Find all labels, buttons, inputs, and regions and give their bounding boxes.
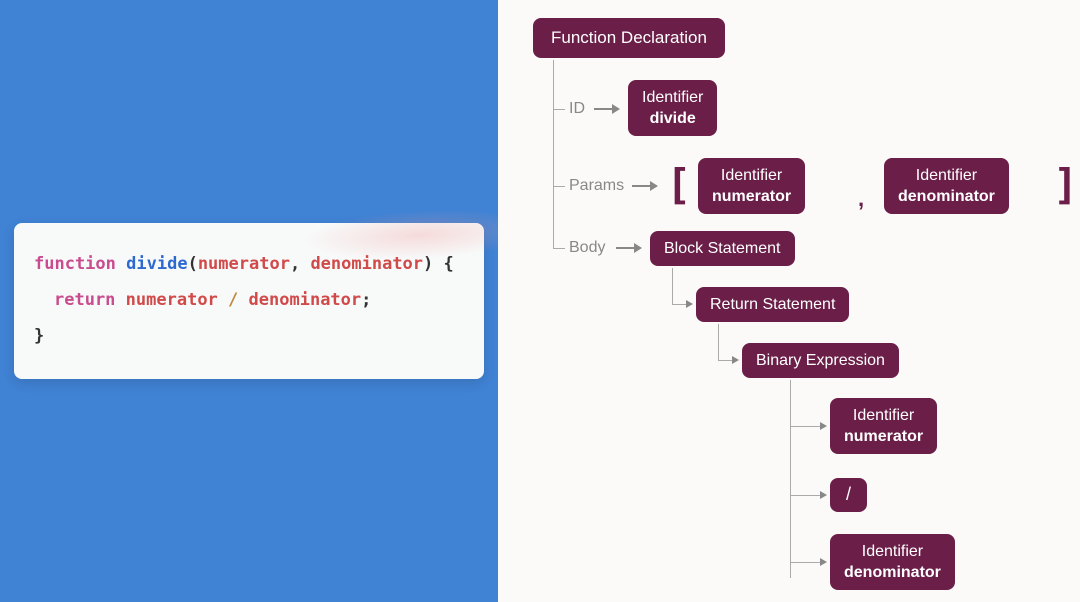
- line-binary-trunk: [790, 380, 791, 578]
- tree-trunk: [553, 60, 554, 248]
- ast-panel: Function Declaration ID Identifier divid…: [498, 0, 1080, 602]
- code-line-2: return numerator / denominator;: [34, 283, 464, 319]
- close-paren: ): [423, 254, 433, 274]
- node-param-denominator-title: Identifier: [916, 166, 977, 185]
- node-param-numerator-title: Identifier: [721, 166, 782, 185]
- node-binary-numerator: Identifier numerator: [830, 398, 937, 454]
- keyword-function: function: [34, 254, 116, 274]
- arrow-params: [632, 178, 658, 194]
- semicolon: ;: [361, 290, 371, 310]
- node-binary-denominator-title: Identifier: [862, 542, 923, 561]
- keyword-return: return: [54, 290, 115, 310]
- operator-divide: /: [228, 290, 238, 310]
- node-param-denominator: Identifier denominator: [884, 158, 1009, 214]
- node-binary-numerator-title: Identifier: [853, 406, 914, 425]
- label-params: Params: [569, 177, 624, 195]
- node-binary-denominator-value: denominator: [844, 563, 941, 582]
- param-denominator: denominator: [310, 254, 423, 274]
- open-brace: {: [444, 254, 454, 274]
- line-block-return-v: [672, 268, 673, 304]
- params-comma: ,: [858, 186, 864, 212]
- node-param-numerator: Identifier numerator: [698, 158, 805, 214]
- param-numerator: numerator: [198, 254, 290, 274]
- node-return-statement-label: Return Statement: [710, 295, 835, 314]
- line-return-binary-h: [718, 360, 732, 361]
- branch-id-h: [553, 109, 565, 110]
- return-numerator: numerator: [126, 290, 218, 310]
- node-param-numerator-value: numerator: [712, 187, 791, 206]
- arrow-block-return: [686, 300, 693, 308]
- node-binary-expression-label: Binary Expression: [756, 351, 885, 370]
- node-identifier-divide-value: divide: [650, 109, 696, 128]
- close-brace: }: [34, 326, 44, 346]
- line-binary-den-h: [790, 562, 820, 563]
- node-binary-operator-label: /: [846, 484, 851, 506]
- arrow-return-binary: [732, 356, 739, 364]
- arrow-binary-op: [820, 491, 827, 499]
- node-block-statement: Block Statement: [650, 231, 795, 266]
- node-identifier-divide: Identifier divide: [628, 80, 717, 136]
- node-block-statement-label: Block Statement: [664, 239, 781, 258]
- line-return-binary-v: [718, 324, 719, 360]
- comma: ,: [290, 254, 300, 274]
- node-identifier-divide-title: Identifier: [642, 88, 703, 107]
- label-id: ID: [569, 100, 585, 118]
- node-function-declaration-label: Function Declaration: [551, 28, 707, 48]
- node-param-denominator-value: denominator: [898, 187, 995, 206]
- node-binary-expression: Binary Expression: [742, 343, 899, 378]
- code-panel: function divide(numerator, denominator) …: [0, 0, 498, 602]
- branch-body-h: [553, 248, 565, 249]
- arrow-binary-num: [820, 422, 827, 430]
- node-binary-operator: /: [830, 478, 867, 512]
- bracket-open: [: [666, 160, 691, 209]
- return-denominator: denominator: [249, 290, 362, 310]
- arrow-binary-den: [820, 558, 827, 566]
- arrow-id: [594, 101, 620, 117]
- node-binary-denominator: Identifier denominator: [830, 534, 955, 590]
- line-block-return-h: [672, 304, 686, 305]
- branch-params-h: [553, 186, 565, 187]
- label-body: Body: [569, 239, 605, 257]
- code-box: function divide(numerator, denominator) …: [14, 223, 484, 378]
- arrow-body: [616, 240, 642, 256]
- node-function-declaration: Function Declaration: [533, 18, 725, 58]
- code-line-3: }: [34, 319, 464, 355]
- bracket-close: ]: [1053, 160, 1078, 209]
- open-paren: (: [188, 254, 198, 274]
- node-return-statement: Return Statement: [696, 287, 849, 322]
- line-binary-op-h: [790, 495, 820, 496]
- function-name: divide: [126, 254, 187, 274]
- node-binary-numerator-value: numerator: [844, 427, 923, 446]
- code-line-1: function divide(numerator, denominator) …: [34, 247, 464, 283]
- line-binary-num-h: [790, 426, 820, 427]
